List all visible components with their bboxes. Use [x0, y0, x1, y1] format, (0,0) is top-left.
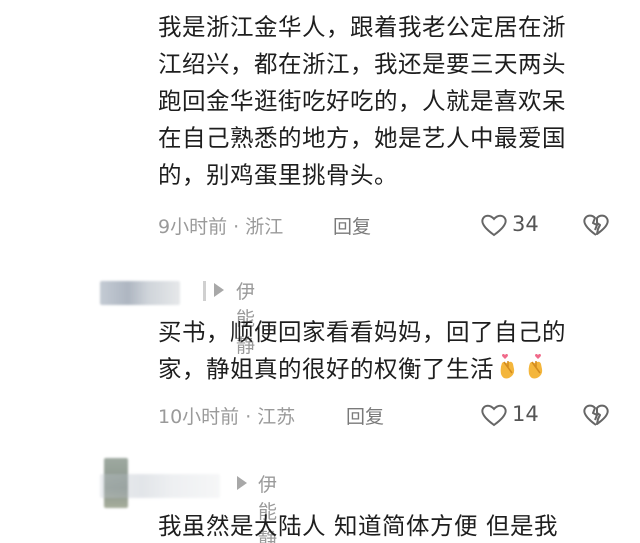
divider	[203, 281, 206, 301]
comment-time-location: 10小时前 · 江苏	[158, 406, 296, 428]
reply-arrow-icon	[237, 476, 247, 490]
comment-line: 我虽然是大陆人 知道简体方便 但是我	[158, 512, 558, 540]
comment-line: 家，静姐真的很好的权衡了生活	[158, 351, 628, 392]
comment-line-text: 家，静姐真的很好的权衡了生活	[158, 355, 494, 383]
like-count: 34	[512, 212, 539, 236]
comment-thread: 我是浙江金华人，跟着我老公定居在浙 江绍兴，都在浙江，我还是要三天两头 跑回金华…	[0, 0, 640, 543]
reply-button[interactable]: 回复	[346, 402, 384, 429]
comment-line: 我是浙江金华人，跟着我老公定居在浙	[158, 13, 566, 41]
blurred-username	[100, 281, 180, 305]
heart-icon	[481, 404, 507, 427]
reply-button[interactable]: 回复	[333, 212, 371, 239]
comment-text: 我虽然是大陆人 知道简体方便 但是我	[158, 508, 628, 543]
comment-line: 买书，顺便回家看看妈妈，回了自己的	[158, 318, 566, 346]
comment-time-location: 9小时前 · 浙江	[158, 216, 284, 238]
comment-line: 的，别鸡蛋里挑骨头。	[158, 161, 398, 189]
heart-icon	[481, 214, 507, 237]
comment-text: 买书，顺便回家看看妈妈，回了自己的 家，静姐真的很好的权衡了生活	[158, 314, 628, 392]
comment-line: 江绍兴，都在浙江，我还是要三天两头	[158, 50, 566, 78]
crossed-fingers-heart-emoji-icon	[496, 353, 522, 392]
broken-heart-icon[interactable]	[582, 403, 610, 427]
blurred-username	[100, 474, 220, 498]
comment-meta: 10小时前 · 江苏 回复 14	[158, 400, 620, 430]
comment-line: 跑回金华逛街吃好吃的，人就是喜欢呆	[158, 87, 566, 115]
broken-heart-icon[interactable]	[582, 213, 610, 237]
comment-line: 在自己熟悉的地方，她是艺人中最爱国	[158, 124, 566, 152]
comment-meta: 9小时前 · 浙江 回复 34	[158, 210, 620, 240]
like-count: 14	[512, 402, 539, 426]
comment-text: 我是浙江金华人，跟着我老公定居在浙 江绍兴，都在浙江，我还是要三天两头 跑回金华…	[158, 9, 623, 194]
reply-arrow-icon	[214, 283, 224, 297]
crossed-fingers-heart-emoji-icon	[524, 353, 550, 392]
